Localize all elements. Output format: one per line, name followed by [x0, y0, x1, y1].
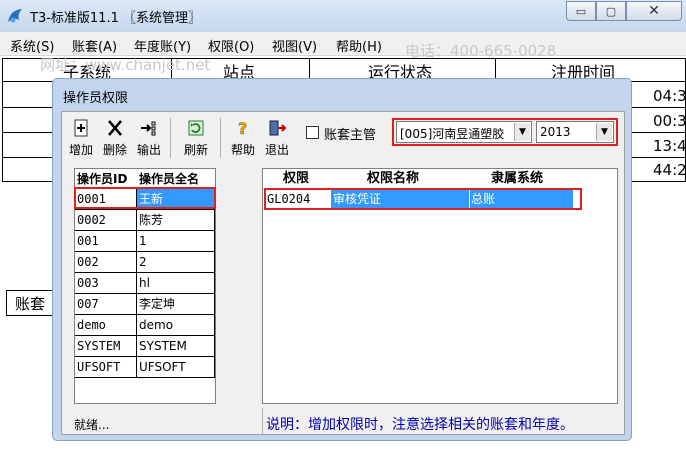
menu-view[interactable]: 视图(V) — [272, 36, 317, 55]
column-header-operator-name: 操作员全名 — [139, 172, 200, 186]
highlight-frame — [74, 187, 216, 209]
menu-account[interactable]: 账套(A) — [72, 36, 117, 55]
operator-id-cell[interactable]: 002 — [75, 252, 137, 273]
account-supervisor-checkbox[interactable] — [306, 126, 319, 139]
operator-name-cell[interactable]: 陈芳 — [137, 210, 215, 231]
operator-id-cell[interactable]: UFSOFT — [75, 357, 137, 378]
refresh-icon — [188, 120, 204, 136]
login-time-cell: 44:21 — [653, 161, 686, 179]
menu-help[interactable]: 帮助(H) — [336, 36, 382, 55]
hint-text: 说明：增加权限时，注意选择相关的账套和年度。 — [266, 417, 574, 433]
column-header-permission-name: 权限名称 — [367, 171, 420, 186]
operator-id-cell[interactable]: SYSTEM — [75, 336, 137, 357]
login-time-cell: 00:30 — [653, 112, 686, 130]
app-logo-icon — [8, 9, 22, 23]
minimize-icon: ▭ — [575, 4, 587, 18]
highlight-frame — [264, 188, 582, 210]
delete-icon — [108, 120, 122, 136]
operator-id-cell[interactable]: 007 — [75, 294, 137, 315]
operator-name-cell[interactable]: 李定坤 — [137, 294, 215, 315]
exit-button[interactable]: 退出 — [262, 116, 292, 162]
refresh-button[interactable]: 刷新 — [180, 116, 212, 162]
main-window: T3-标准版11.1 〖系统管理〗 ▭ ▢ ✕ 系统(S) 账套(A) 年度账(… — [0, 0, 686, 468]
account-supervisor-label: 账套主管 — [324, 128, 377, 143]
title-bar: T3-标准版11.1 〖系统管理〗 ▭ ▢ ✕ — [0, 0, 686, 32]
exit-icon — [269, 120, 287, 136]
login-time-cell: 13:44 — [653, 137, 686, 155]
status-text: 就绪... — [74, 418, 110, 432]
menu-bar: 系统(S) 账套(A) 年度账(Y) 权限(O) 视图(V) 帮助(H) — [0, 32, 686, 56]
column-header-operator-id: 操作员ID — [77, 172, 128, 186]
operator-name-cell[interactable]: hl — [137, 273, 215, 294]
account-tab[interactable]: 账套 — [6, 290, 54, 316]
operator-id-cell[interactable]: 001 — [75, 231, 137, 252]
add-icon — [74, 119, 88, 137]
help-button[interactable]: ? 帮助 — [228, 116, 258, 162]
export-icon — [141, 121, 156, 136]
menu-system[interactable]: 系统(S) — [10, 36, 54, 55]
operator-permission-dialog: 操作员权限 增加 删除 输出 刷新 ? 帮助 退出 账套主管 [005]河南昱通… — [52, 78, 632, 441]
operator-name-cell[interactable]: 1 — [137, 231, 215, 252]
operator-name-cell[interactable]: SYSTEM — [137, 336, 215, 357]
export-button[interactable]: 输出 — [134, 116, 164, 162]
close-button[interactable]: ✕ — [626, 1, 682, 21]
menu-year-account[interactable]: 年度账(Y) — [134, 36, 191, 55]
operator-name-cell[interactable]: demo — [137, 315, 215, 336]
help-icon: ? — [238, 119, 248, 138]
dialog-title: 操作员权限 — [63, 91, 129, 106]
login-time-cell: 04:35 — [653, 87, 686, 105]
menu-permission[interactable]: 权限(O) — [208, 36, 254, 55]
column-header-subsystem: 隶属系统 — [491, 171, 544, 186]
minimize-button[interactable]: ▭ — [566, 1, 596, 21]
dialog-body: 增加 删除 输出 刷新 ? 帮助 退出 账套主管 [005]河南昱通塑胶 ▼ 2… — [61, 111, 625, 435]
operator-id-cell[interactable]: 0002 — [75, 210, 137, 231]
svg-text:?: ? — [238, 119, 247, 138]
column-header-permission: 权限 — [283, 171, 310, 186]
delete-button[interactable]: 删除 — [100, 116, 130, 162]
maximize-button[interactable]: ▢ — [596, 1, 626, 21]
add-button[interactable]: 增加 — [66, 116, 96, 162]
highlight-frame — [392, 118, 618, 146]
operator-name-cell[interactable]: UFSOFT — [137, 357, 215, 378]
window-title: T3-标准版11.1 〖系统管理〗 — [30, 11, 201, 26]
maximize-icon: ▢ — [605, 4, 617, 18]
operator-id-cell[interactable]: 003 — [75, 273, 137, 294]
close-icon: ✕ — [648, 3, 660, 19]
operator-id-cell[interactable]: demo — [75, 315, 137, 336]
operator-name-cell[interactable]: 2 — [137, 252, 215, 273]
